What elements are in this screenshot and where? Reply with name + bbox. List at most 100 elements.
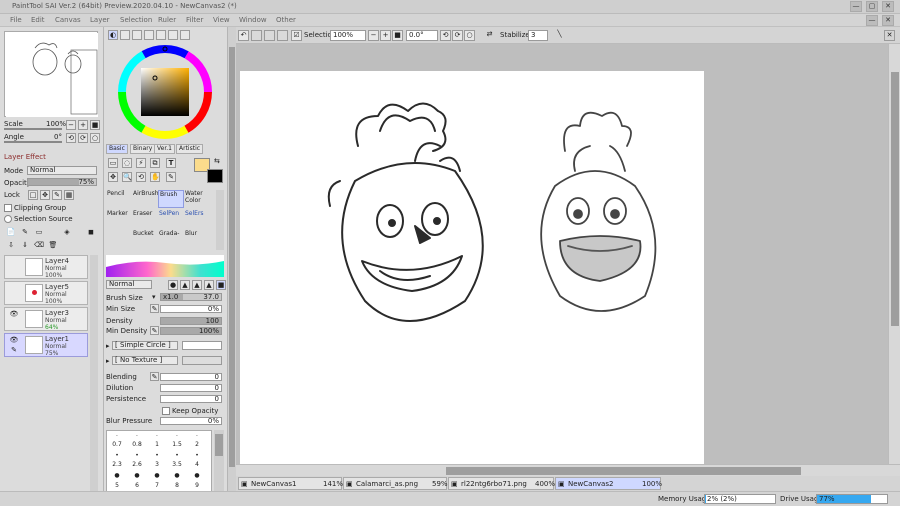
- size-preset[interactable]: 1.5: [167, 441, 187, 448]
- selection-visible-checkbox[interactable]: ☑: [291, 30, 302, 41]
- lock-move-icon[interactable]: ✥: [40, 190, 50, 200]
- secondary-color-swatch[interactable]: [207, 169, 223, 183]
- layer-visibility-icon[interactable]: [8, 284, 20, 293]
- hsv-slider-toggle[interactable]: [132, 30, 142, 40]
- panel-scrollbar[interactable]: [228, 27, 236, 492]
- zoom-in-button[interactable]: +: [380, 30, 391, 41]
- tip-soft-icon[interactable]: ▲: [192, 280, 202, 290]
- brush-selpen[interactable]: SelPen: [158, 210, 184, 228]
- brush-bucket[interactable]: Bucket: [132, 230, 158, 248]
- swap-colors-icon[interactable]: ⇆: [214, 157, 220, 165]
- menu-file[interactable]: File: [10, 16, 22, 24]
- menu-close-button[interactable]: ✕: [882, 15, 894, 26]
- hand-tool-icon[interactable]: ✋: [150, 172, 160, 182]
- invert-selection-button[interactable]: [277, 30, 288, 41]
- brush-gradation[interactable]: Grada-: [158, 230, 184, 248]
- tip-flat-icon[interactable]: ▲: [204, 280, 214, 290]
- blend-mode-select[interactable]: Normal: [106, 280, 152, 289]
- rect-select-icon[interactable]: ▭: [108, 158, 118, 168]
- size-preset[interactable]: 5: [107, 482, 127, 489]
- brush-brush[interactable]: Brush: [158, 190, 184, 208]
- zoom-select[interactable]: 100%: [330, 30, 366, 41]
- density-slider[interactable]: 100: [160, 317, 222, 325]
- layer-mask-icon[interactable]: ◈: [62, 228, 72, 238]
- mode-select[interactable]: Normal: [27, 166, 97, 175]
- layer-row-selected[interactable]: 👁 ✎ Layer1 Normal 75%: [4, 333, 88, 357]
- selection-source-checkbox[interactable]: [4, 215, 12, 223]
- chevron-down-icon[interactable]: ▾: [152, 293, 156, 301]
- brush-selers[interactable]: SelErs: [184, 210, 210, 228]
- navigator-preview[interactable]: [4, 31, 98, 117]
- dilution-slider[interactable]: 0: [160, 384, 222, 392]
- min-density-slider[interactable]: 100%: [160, 327, 222, 335]
- size-preset[interactable]: 3: [147, 461, 167, 468]
- lock-paint-icon[interactable]: ✎: [52, 190, 62, 200]
- canvas-tab[interactable]: ▣ NewCanvas1 141%: [238, 477, 343, 490]
- zoom-out-nav-button[interactable]: −: [66, 120, 76, 130]
- close-button[interactable]: ✕: [882, 1, 894, 12]
- rotation-select[interactable]: 0.0°: [406, 30, 438, 41]
- opacity-slider[interactable]: 75%: [27, 178, 97, 186]
- angle-slider[interactable]: [4, 141, 62, 143]
- size-preset[interactable]: 8: [167, 482, 187, 489]
- zoom-out-button[interactable]: −: [368, 30, 379, 41]
- deselect-button[interactable]: [264, 30, 275, 41]
- layer-select-icon[interactable]: ⧉: [150, 158, 160, 168]
- menu-minimize-button[interactable]: —: [866, 15, 878, 26]
- rotate-right-nav-button[interactable]: ⟳: [78, 133, 88, 143]
- scale-slider[interactable]: [4, 128, 62, 130]
- menu-edit[interactable]: Edit: [31, 16, 45, 24]
- brush-scrollbar[interactable]: [216, 190, 224, 250]
- size-preset[interactable]: 1: [147, 441, 167, 448]
- menu-other[interactable]: Other: [276, 16, 296, 24]
- brush-blur[interactable]: Blur: [184, 230, 210, 248]
- brush-texture-select[interactable]: [ No Texture ]: [112, 356, 178, 365]
- brush-marker[interactable]: Marker: [106, 210, 132, 228]
- layer-scrollbar[interactable]: [90, 255, 98, 491]
- minimize-button[interactable]: —: [850, 1, 862, 12]
- canvas-tab-active[interactable]: ▣ NewCanvas2 100%: [555, 477, 662, 490]
- size-preset[interactable]: 0.7: [107, 441, 127, 448]
- keep-opacity-checkbox[interactable]: [162, 407, 170, 415]
- tab-ver1[interactable]: Ver.1: [154, 144, 175, 154]
- text-tool-icon[interactable]: T: [166, 158, 176, 168]
- rotate-left-nav-button[interactable]: ⟲: [66, 133, 76, 143]
- size-preset[interactable]: 3.5: [167, 461, 187, 468]
- menu-canvas[interactable]: Canvas: [55, 16, 81, 24]
- brush-size-slider[interactable]: x1.0 37.0: [160, 293, 222, 301]
- maximize-button[interactable]: ▢: [866, 1, 878, 12]
- size-preset[interactable]: 2: [187, 441, 207, 448]
- straight-line-icon[interactable]: ╲: [554, 30, 565, 41]
- blending-slider[interactable]: 0: [160, 373, 222, 381]
- tab-artistic[interactable]: Artistic: [176, 144, 204, 154]
- layer-row[interactable]: 👁 Layer3 Normal 64%: [4, 307, 88, 331]
- brush-pencil[interactable]: Pencil: [106, 190, 132, 208]
- brush-texture-strength[interactable]: [182, 356, 222, 365]
- drawing-canvas[interactable]: [240, 71, 704, 464]
- color-wheel-toggle[interactable]: ◐: [108, 30, 118, 40]
- eye-icon[interactable]: 👁: [8, 310, 20, 319]
- menu-layer[interactable]: Layer: [90, 16, 110, 24]
- brush-shape-strength[interactable]: [182, 341, 222, 350]
- scratchpad-toggle[interactable]: [180, 30, 190, 40]
- redo-button[interactable]: [251, 30, 262, 41]
- canvas-tab[interactable]: ▣ Calamarci_as.png 59%: [343, 477, 448, 490]
- size-preset[interactable]: 0.8: [127, 441, 147, 448]
- merge-down-icon[interactable]: ⇩: [6, 241, 16, 251]
- layer-visibility-icon[interactable]: [8, 258, 20, 267]
- lock-pixels-icon[interactable]: □: [28, 190, 38, 200]
- new-folder-icon[interactable]: ▭: [34, 228, 44, 238]
- pressure-icon[interactable]: ✎: [150, 326, 159, 335]
- rotate-reset-button[interactable]: ○: [464, 30, 475, 41]
- expand-arrow-icon[interactable]: ▸: [106, 357, 110, 365]
- zoom-reset-button[interactable]: ■: [392, 30, 403, 41]
- brush-size-presets[interactable]: · · · · · 0.7 0.8 1 1.5 2 • • • • • 2.3 …: [106, 430, 212, 492]
- layer-effect-icon[interactable]: ◼: [86, 228, 96, 238]
- undo-button[interactable]: ↶: [238, 30, 249, 41]
- stabilizer-select[interactable]: 3: [528, 30, 548, 41]
- menu-window[interactable]: Window: [239, 16, 267, 24]
- layer-effect-title[interactable]: Layer Effect: [4, 153, 46, 161]
- pressure-icon[interactable]: ✎: [150, 304, 159, 313]
- tip-square-icon[interactable]: ■: [216, 280, 226, 290]
- color-palette-toggle[interactable]: [144, 30, 154, 40]
